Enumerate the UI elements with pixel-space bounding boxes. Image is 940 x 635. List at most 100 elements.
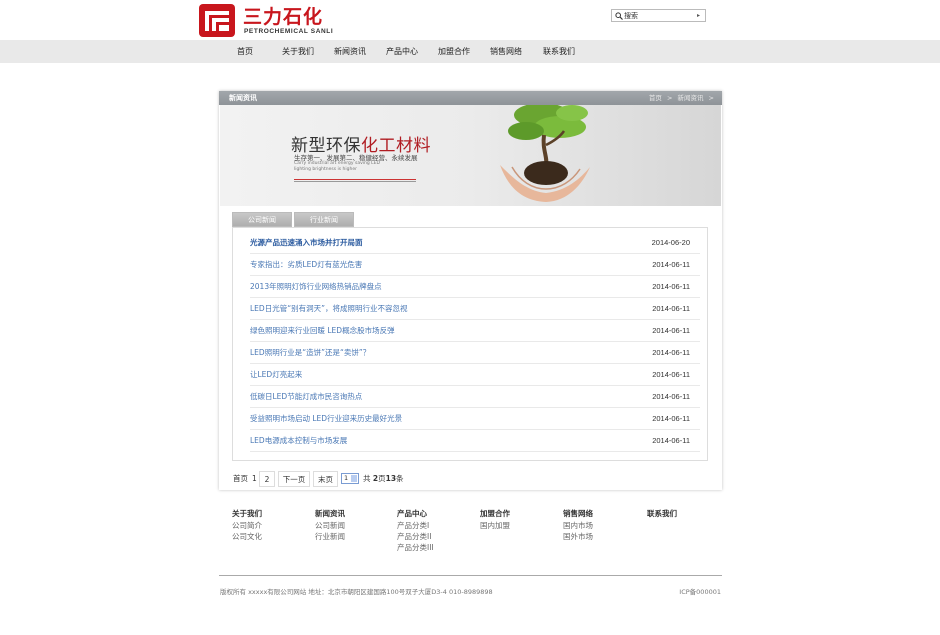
tab-company-news[interactable]: 公司新闻 [232, 212, 292, 227]
news-title[interactable]: 绿色照明迎来行业回暖 LED概念股市场反弹 [250, 320, 395, 342]
footer-heading[interactable]: 销售网络 [563, 509, 593, 519]
brand-name-cn: 三力石化 [243, 6, 324, 28]
site-logo[interactable]: 三力石化 PETROCHEMICAL SANLI [199, 4, 334, 37]
footer-link[interactable]: 公司新闻 [315, 520, 345, 531]
news-title[interactable]: LED电源成本控制与市场发展 [250, 430, 347, 452]
pager-total-items: 13 [385, 474, 397, 483]
news-date: 2014-06-11 [652, 326, 690, 335]
breadcrumb-sep: > [708, 94, 714, 102]
footer-col-sales: 销售网络 国内市场 国外市场 [563, 509, 593, 542]
news-date: 2014-06-20 [651, 238, 690, 247]
news-title[interactable]: LED照明行业是“造饼”还是“卖饼”？ [250, 342, 370, 364]
news-date: 2014-06-11 [652, 348, 690, 357]
list-item[interactable]: 绿色照明迎来行业回暖 LED概念股市场反弹 2014-06-11 [250, 320, 700, 342]
list-item[interactable]: 让LED灯亮起来 2014-06-11 [250, 364, 700, 386]
list-item[interactable]: 光源产品迅速涌入市场并打开局面 2014-06-20 [250, 232, 700, 254]
nav-item-sales-network[interactable]: 销售网络 [490, 40, 522, 63]
pager-total-prefix: 共 [363, 474, 371, 483]
news-date: 2014-06-11 [652, 282, 690, 291]
banner-divider [294, 181, 416, 182]
news-title[interactable]: LED日光管“别有洞天”，将成照明行业不容忽视 [250, 298, 407, 320]
nav-item-franchise[interactable]: 加盟合作 [438, 40, 470, 63]
news-title[interactable]: 受益照明市场启动 LED行业迎来历史最好光景 [250, 408, 402, 430]
footer-col-about: 关于我们 公司简介 公司文化 [232, 509, 262, 542]
footer-col-franchise: 加盟合作 国内加盟 [480, 509, 510, 531]
footer-link[interactable]: 行业新闻 [315, 531, 345, 542]
site-header: 三力石化 PETROCHEMICAL SANLI ▸ [0, 0, 940, 40]
footer-copyright: 版权所有 xxxxx有限公司网站 地址：北京市朝阳区建国路100号双子大厦D3-… [220, 588, 493, 596]
footer-link[interactable]: 公司简介 [232, 520, 262, 531]
pager-next-button[interactable]: 下一页 [278, 471, 310, 487]
pager-current: 1 [252, 474, 257, 483]
pager-items-unit: 条 [396, 474, 404, 483]
pager-page-select[interactable]: 1 [341, 473, 359, 484]
search-submit-arrow-icon[interactable]: ▸ [697, 12, 703, 20]
footer-col-news: 新闻资讯 公司新闻 行业新闻 [315, 509, 345, 542]
pager-pages-unit: 页 [378, 474, 386, 483]
panel-title: 新闻资讯 [229, 94, 257, 102]
footer-col-contact: 联系我们 [647, 509, 677, 520]
breadcrumb-news[interactable]: 新闻资讯 [677, 94, 703, 102]
footer-link[interactable]: 产品分类III [397, 542, 434, 553]
news-title[interactable]: 光源产品迅速涌入市场并打开局面 [250, 232, 363, 254]
list-item[interactable]: 2013年照明灯饰行业网络热销品牌盘点 2014-06-11 [250, 276, 700, 298]
footer-heading[interactable]: 新闻资讯 [315, 509, 345, 519]
tab-industry-news[interactable]: 行业新闻 [294, 212, 354, 227]
brand-name-en: PETROCHEMICAL SANLI [244, 28, 334, 35]
pager-last-button[interactable]: 末页 [313, 471, 338, 487]
breadcrumb: 首页 > 新闻资讯 > [646, 91, 714, 105]
logo-mark-icon [199, 4, 235, 37]
search-input[interactable] [624, 11, 694, 21]
list-item[interactable]: LED日光管“别有洞天”，将成照明行业不容忽视 2014-06-11 [250, 298, 700, 320]
main-nav: 首页 关于我们 新闻资讯 产品中心 加盟合作 销售网络 联系我们 [0, 40, 940, 63]
news-date: 2014-06-11 [652, 392, 690, 401]
footer-link[interactable]: 产品分类I [397, 520, 434, 531]
news-title[interactable]: 专家指出：劣质LED灯有蓝光危害 [250, 254, 362, 276]
nav-item-products[interactable]: 产品中心 [386, 40, 418, 63]
banner-en-text: Carry industrial art energy saving LED l… [294, 161, 380, 172]
footer-link[interactable]: 公司文化 [232, 531, 262, 542]
footer-link[interactable]: 产品分类II [397, 531, 434, 542]
footer-link[interactable]: 国内市场 [563, 520, 593, 531]
footer-heading[interactable]: 联系我们 [647, 509, 677, 519]
news-date: 2014-06-11 [652, 370, 690, 379]
news-list: 光源产品迅速涌入市场并打开局面 2014-06-20 专家指出：劣质LED灯有蓝光… [232, 227, 708, 461]
news-panel: 新闻资讯 首页 > 新闻资讯 > 新型环保化工材料 生存第一、发展第二、稳健经营… [219, 91, 722, 490]
news-date: 2014-06-11 [652, 304, 690, 313]
list-item[interactable]: LED照明行业是“造饼”还是“卖饼”？ 2014-06-11 [250, 342, 700, 364]
banner-divider [294, 179, 416, 180]
pager-total: 共 2页13条 [363, 471, 404, 487]
footer-heading[interactable]: 产品中心 [397, 509, 434, 519]
pager-page-2[interactable]: 2 [259, 471, 275, 487]
search-icon [615, 12, 623, 20]
pager-select-value: 1 [344, 474, 349, 482]
footer-heading[interactable]: 关于我们 [232, 509, 262, 519]
news-date: 2014-06-11 [652, 436, 690, 445]
news-date: 2014-06-11 [652, 260, 690, 269]
news-title[interactable]: 让LED灯亮起来 [250, 364, 302, 386]
nav-item-contact[interactable]: 联系我们 [543, 40, 575, 63]
list-item[interactable]: 低碳日LED节能灯成市民咨询热点 2014-06-11 [250, 386, 700, 408]
search-box[interactable]: ▸ [611, 9, 706, 22]
list-item[interactable]: 专家指出：劣质LED灯有蓝光危害 2014-06-11 [250, 254, 700, 276]
breadcrumb-home[interactable]: 首页 [649, 94, 662, 102]
nav-item-news[interactable]: 新闻资讯 [334, 40, 366, 63]
footer-heading[interactable]: 加盟合作 [480, 509, 510, 519]
news-title[interactable]: 2013年照明灯饰行业网络热销品牌盘点 [250, 276, 382, 298]
news-title[interactable]: 低碳日LED节能灯成市民咨询热点 [250, 386, 362, 408]
footer-link[interactable]: 国外市场 [563, 531, 593, 542]
banner: 新型环保化工材料 生存第一、发展第二、稳健经营、永续发展 Carry indus… [220, 105, 721, 206]
footer-col-products: 产品中心 产品分类I 产品分类II 产品分类III [397, 509, 434, 553]
footer-divider [219, 575, 722, 576]
footer-icp[interactable]: ICP备000001 [679, 586, 721, 596]
pager-first[interactable]: 首页 [233, 471, 248, 487]
news-date: 2014-06-11 [652, 414, 690, 423]
list-item[interactable]: LED电源成本控制与市场发展 2014-06-11 [250, 430, 700, 452]
panel-header: 新闻资讯 首页 > 新闻资讯 > [219, 91, 722, 105]
breadcrumb-sep: > [666, 94, 673, 102]
tree-in-hands-image [500, 105, 590, 202]
list-item[interactable]: 受益照明市场启动 LED行业迎来历史最好光景 2014-06-11 [250, 408, 700, 430]
nav-item-home[interactable]: 首页 [237, 40, 253, 63]
nav-item-about[interactable]: 关于我们 [282, 40, 314, 63]
footer-link[interactable]: 国内加盟 [480, 520, 510, 531]
